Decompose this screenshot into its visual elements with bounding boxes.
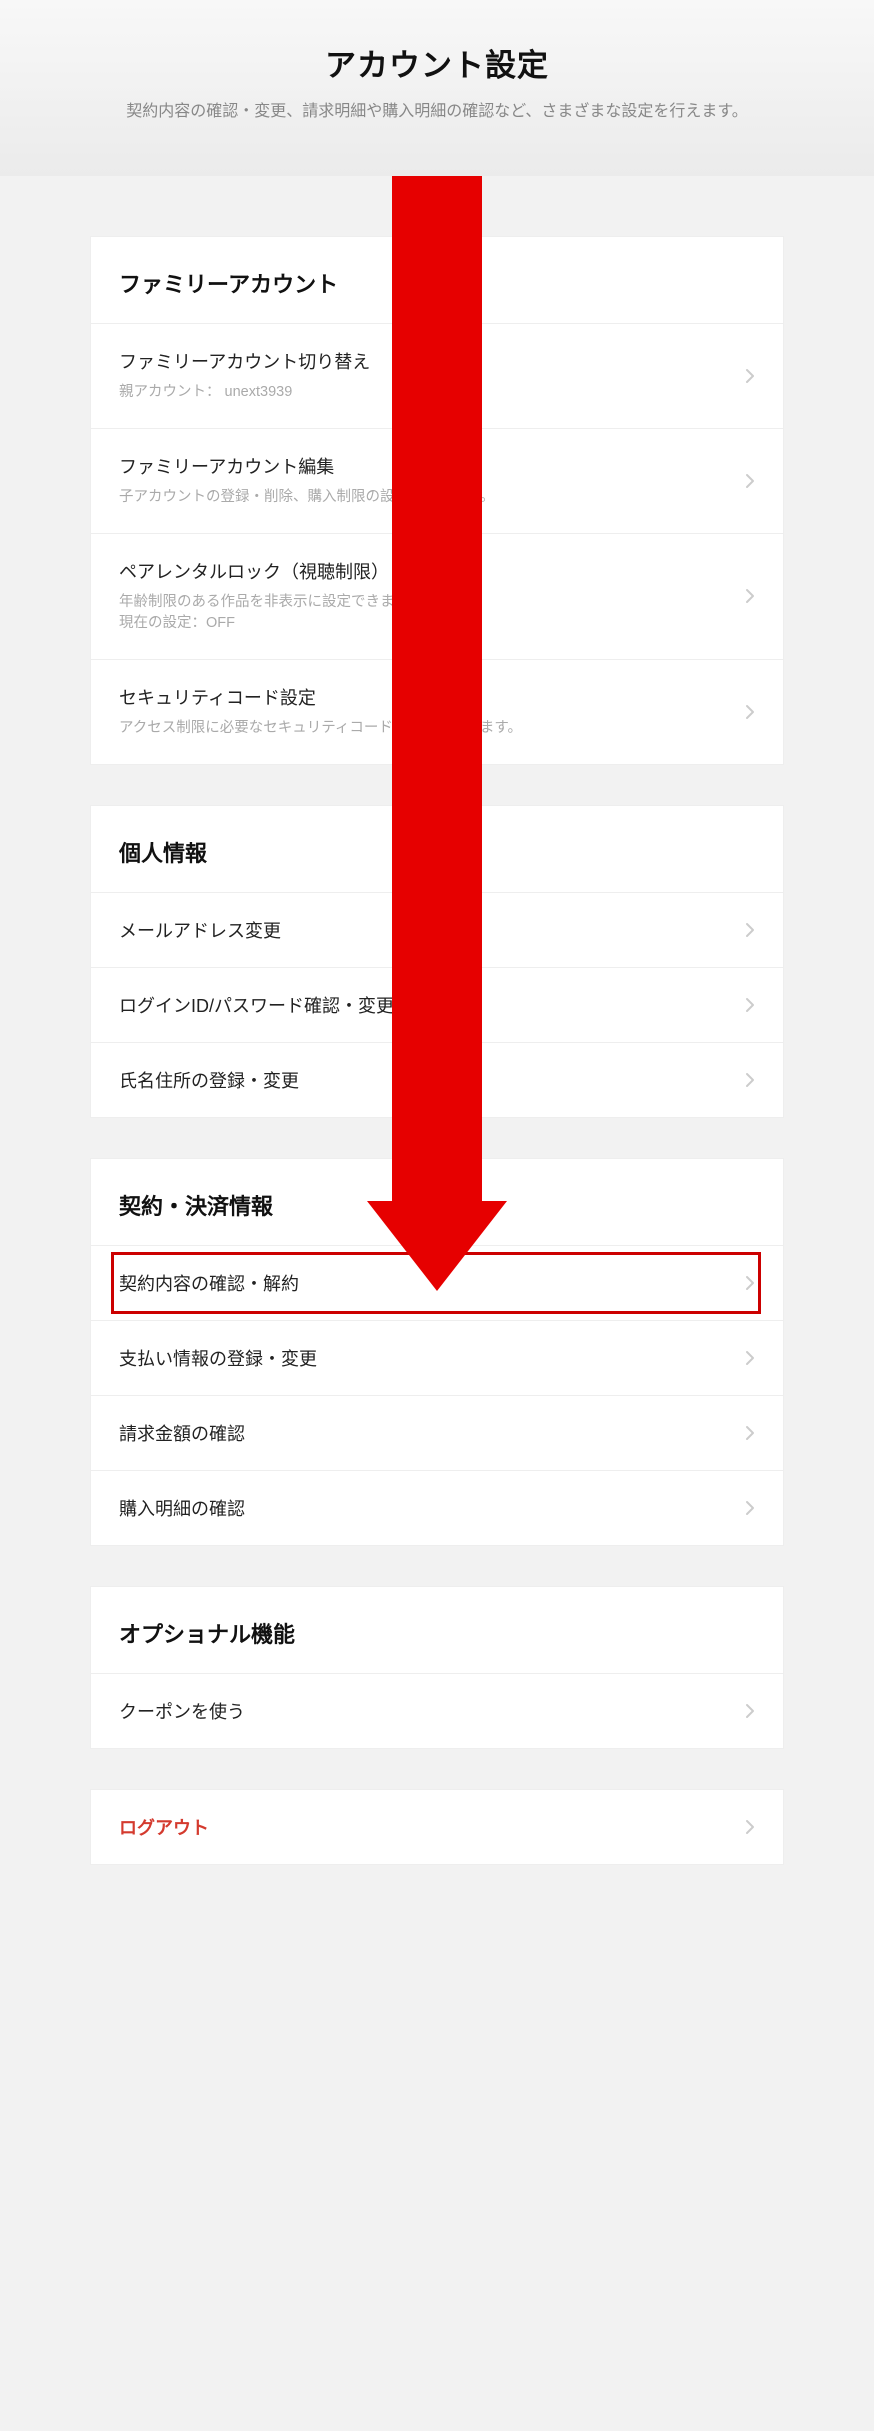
- chevron-right-icon: [745, 1500, 755, 1516]
- desc-value: unext3939: [225, 384, 293, 400]
- row-content: ファミリーアカウント切り替え 親アカウント： unext3939: [119, 348, 733, 404]
- row-desc: アクセス制限に必要なセキュリティコードの設定ができます。: [119, 718, 733, 740]
- chevron-right-icon: [745, 1819, 755, 1835]
- desc-prefix: 親アカウント：: [119, 384, 225, 400]
- row-title: ファミリーアカウント切り替え: [119, 348, 733, 374]
- row-title: 購入明細の確認: [119, 1495, 733, 1521]
- chevron-right-icon: [745, 1072, 755, 1088]
- row-content: クーポンを使う: [119, 1698, 733, 1724]
- row-content: 請求金額の確認: [119, 1420, 733, 1446]
- row-contract-confirm-cancel[interactable]: 契約内容の確認・解約: [91, 1246, 783, 1321]
- row-desc: 子アカウントの登録・削除、購入制限の設定ができます。: [119, 487, 733, 509]
- row-login-password[interactable]: ログインID/パスワード確認・変更: [91, 968, 783, 1043]
- chevron-right-icon: [745, 473, 755, 489]
- row-content: 支払い情報の登録・変更: [119, 1345, 733, 1371]
- row-title: ログインID/パスワード確認・変更: [119, 992, 733, 1018]
- row-title: 氏名住所の登録・変更: [119, 1067, 733, 1093]
- row-title: セキュリティコード設定: [119, 684, 733, 710]
- chevron-right-icon: [745, 997, 755, 1013]
- row-parental-lock[interactable]: ペアレンタルロック（視聴制限） 年齢制限のある作品を非表示に設定できます。 現在…: [91, 534, 783, 661]
- chevron-right-icon: [745, 1275, 755, 1291]
- row-title: ペアレンタルロック（視聴制限）: [119, 558, 733, 584]
- section-logout: ログアウト: [90, 1789, 784, 1865]
- row-desc: 親アカウント： unext3939: [119, 382, 733, 404]
- row-title: 支払い情報の登録・変更: [119, 1345, 733, 1371]
- row-title: ログアウト: [119, 1814, 733, 1840]
- row-content: ログインID/パスワード確認・変更: [119, 992, 733, 1018]
- chevron-right-icon: [745, 922, 755, 938]
- page-subtitle: 契約内容の確認・変更、請求明細や購入明細の確認など、さまざまな設定を行えます。: [20, 97, 854, 121]
- chevron-right-icon: [745, 368, 755, 384]
- chevron-right-icon: [745, 588, 755, 604]
- row-content: 購入明細の確認: [119, 1495, 733, 1521]
- row-purchase-history[interactable]: 購入明細の確認: [91, 1471, 783, 1545]
- row-content: メールアドレス変更: [119, 917, 733, 943]
- chevron-right-icon: [745, 704, 755, 720]
- section-title-optional: オプショナル機能: [91, 1587, 783, 1674]
- row-content: ファミリーアカウント編集 子アカウントの登録・削除、購入制限の設定ができます。: [119, 453, 733, 509]
- row-content: 氏名住所の登録・変更: [119, 1067, 733, 1093]
- row-desc: 年齢制限のある作品を非表示に設定できます。 現在の設定：OFF: [119, 592, 733, 636]
- chevron-right-icon: [745, 1350, 755, 1366]
- row-title: クーポンを使う: [119, 1698, 733, 1724]
- page-header: アカウント設定 契約内容の確認・変更、請求明細や購入明細の確認など、さまざまな設…: [0, 0, 874, 176]
- row-logout[interactable]: ログアウト: [91, 1790, 783, 1864]
- row-content: ペアレンタルロック（視聴制限） 年齢制限のある作品を非表示に設定できます。 現在…: [119, 558, 733, 636]
- content-area: ファミリーアカウント ファミリーアカウント切り替え 親アカウント： unext3…: [0, 176, 874, 1865]
- row-title: メールアドレス変更: [119, 917, 733, 943]
- row-content: セキュリティコード設定 アクセス制限に必要なセキュリティコードの設定ができます。: [119, 684, 733, 740]
- row-title: 請求金額の確認: [119, 1420, 733, 1446]
- chevron-right-icon: [745, 1703, 755, 1719]
- section-family-account: ファミリーアカウント ファミリーアカウント切り替え 親アカウント： unext3…: [90, 236, 784, 765]
- section-contract-payment: 契約・決済情報 契約内容の確認・解約 支払い情報の登録・変更 請求金額の確認 購…: [90, 1158, 784, 1546]
- section-title-family: ファミリーアカウント: [91, 237, 783, 324]
- row-email-change[interactable]: メールアドレス変更: [91, 893, 783, 968]
- section-optional: オプショナル機能 クーポンを使う: [90, 1586, 784, 1749]
- chevron-right-icon: [745, 1425, 755, 1441]
- section-title-contract: 契約・決済情報: [91, 1159, 783, 1246]
- section-personal-info: 個人情報 メールアドレス変更 ログインID/パスワード確認・変更 氏名住所の登録…: [90, 805, 784, 1118]
- row-use-coupon[interactable]: クーポンを使う: [91, 1674, 783, 1748]
- section-title-personal: 個人情報: [91, 806, 783, 893]
- row-content: 契約内容の確認・解約: [119, 1270, 733, 1296]
- row-billing-amount[interactable]: 請求金額の確認: [91, 1396, 783, 1471]
- row-security-code[interactable]: セキュリティコード設定 アクセス制限に必要なセキュリティコードの設定ができます。: [91, 660, 783, 764]
- row-title: ファミリーアカウント編集: [119, 453, 733, 479]
- row-content: ログアウト: [119, 1814, 733, 1840]
- row-family-switch[interactable]: ファミリーアカウント切り替え 親アカウント： unext3939: [91, 324, 783, 429]
- row-payment-info[interactable]: 支払い情報の登録・変更: [91, 1321, 783, 1396]
- row-title: 契約内容の確認・解約: [119, 1270, 733, 1296]
- page-title: アカウント設定: [20, 40, 854, 85]
- row-name-address[interactable]: 氏名住所の登録・変更: [91, 1043, 783, 1117]
- row-family-edit[interactable]: ファミリーアカウント編集 子アカウントの登録・削除、購入制限の設定ができます。: [91, 429, 783, 534]
